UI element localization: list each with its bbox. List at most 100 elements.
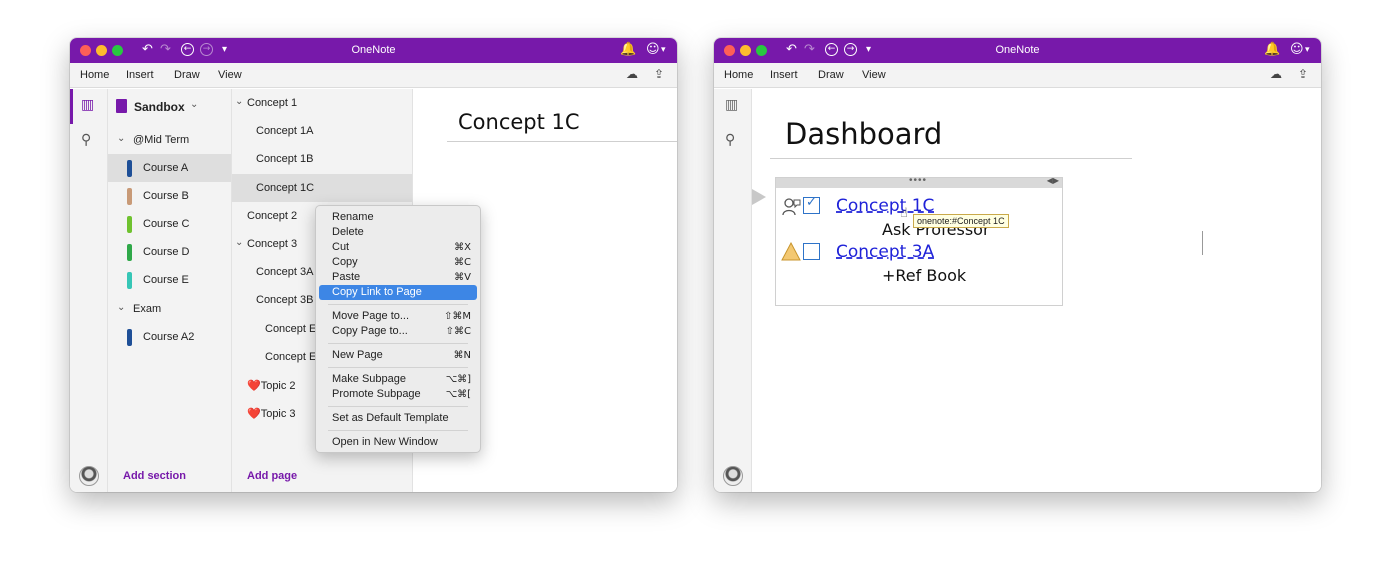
page-label: Concept 2 — [247, 209, 298, 222]
menu-separator — [328, 304, 468, 305]
section-label: Course A — [143, 162, 189, 174]
menu-item-label: Cut — [332, 241, 350, 253]
menu-item[interactable]: Move Page to... ⇧⌘M — [319, 309, 477, 324]
page-item[interactable]: Concept 1B — [232, 145, 412, 173]
page-label: ❤️Topic 3 — [247, 408, 296, 421]
section-item[interactable]: Course E — [108, 266, 231, 294]
note-container[interactable]: •••• ◀▶ ✓ Concept 1C Ask Professor Conce… — [775, 175, 1063, 306]
section-group[interactable]: ⌄ Exam — [108, 295, 231, 323]
tab-view[interactable]: View — [862, 69, 886, 81]
section-label: Course B — [143, 190, 189, 202]
hand-cursor-icon: ☝ — [900, 206, 908, 221]
page-link-concept-3a[interactable]: Concept 3A — [836, 242, 934, 262]
chevron-down-icon[interactable]: ▾ — [661, 41, 666, 59]
menu-item[interactable]: Cut ⌘X — [319, 240, 477, 255]
menu-item-label: Move Page to... — [332, 310, 410, 322]
feedback-smiley-icon[interactable]: ☺ — [1290, 41, 1304, 59]
menu-item[interactable]: Promote Subpage ⌥⌘[ — [319, 387, 477, 402]
page-label: Concept 1B — [256, 153, 314, 166]
menu-item[interactable]: Delete — [319, 225, 477, 240]
menu-item-shortcut: ⌘X — [454, 242, 471, 253]
tab-draw[interactable]: Draw — [174, 69, 200, 81]
menu-item[interactable]: Make Subpage ⌥⌘] — [319, 372, 477, 387]
page-title[interactable]: Dashboard — [785, 117, 942, 151]
chevron-down-icon[interactable]: ⌄ — [117, 302, 125, 313]
chevron-down-icon[interactable]: ⌄ — [235, 237, 243, 248]
avatar[interactable] — [723, 466, 743, 486]
menu-item[interactable]: New Page ⌘N — [319, 348, 477, 363]
menu-item[interactable]: Rename — [319, 210, 477, 225]
add-section-button[interactable]: Add section — [123, 470, 186, 482]
page-item[interactable]: Concept 1C — [232, 173, 412, 202]
grip-dots-icon: •••• — [909, 175, 928, 186]
warning-triangle-icon[interactable] — [781, 241, 801, 262]
menu-item-shortcut: ⌘V — [454, 272, 471, 283]
menu-item-label: Delete — [332, 226, 364, 238]
page-label: Concept 1 — [247, 97, 298, 109]
notebook-picker[interactable]: Sandbox ⌄ — [116, 99, 226, 117]
tab-draw[interactable]: Draw — [818, 69, 844, 81]
ribbon-tabs: Home Insert Draw View ☁ ⇪ — [714, 63, 1321, 88]
menu-item-label: Open in New Window — [332, 436, 438, 448]
paragraph-handle[interactable] — [752, 189, 766, 205]
share-icon[interactable]: ⇪ — [1298, 67, 1308, 81]
menu-item[interactable]: Copy Page to... ⇧⌘C — [319, 324, 477, 339]
note-ref-book[interactable]: +Ref Book — [882, 266, 966, 285]
tab-insert[interactable]: Insert — [770, 69, 798, 81]
sync-status-icon[interactable]: ☁ — [626, 67, 638, 81]
avatar[interactable] — [79, 466, 99, 486]
page-item[interactable]: ⌄ Concept 1 — [232, 89, 412, 117]
chevron-down-icon[interactable]: ▾ — [1305, 41, 1310, 59]
tab-home[interactable]: Home — [80, 69, 109, 81]
section-color-tab — [127, 329, 132, 346]
menu-item[interactable]: Paste ⌘V — [319, 270, 477, 285]
chevron-down-icon[interactable]: ⌄ — [117, 133, 125, 144]
section-item[interactable]: Course C — [108, 210, 231, 238]
menu-item-label: Promote Subpage — [332, 388, 421, 400]
page-item[interactable]: Concept 1A — [232, 117, 412, 145]
menu-item[interactable]: Open in New Window — [319, 435, 477, 450]
navigation-rail: ▥ ⚲ — [70, 89, 108, 492]
page-label: Concept 3A — [256, 266, 314, 279]
page-link-concept-1c[interactable]: Concept 1C — [836, 196, 934, 216]
notification-bell-icon[interactable]: 🔔 — [620, 41, 636, 59]
notebooks-icon[interactable]: ▥ — [725, 97, 738, 113]
question-person-icon[interactable] — [781, 197, 801, 217]
section-group[interactable]: ⌄ @Mid Term — [108, 126, 231, 154]
menu-item[interactable]: Set as Default Template — [319, 411, 477, 426]
page-title[interactable]: Concept 1C — [458, 110, 580, 134]
section-item[interactable]: Course A2 — [108, 323, 231, 351]
chevron-down-icon[interactable]: ⌄ — [235, 96, 243, 107]
section-item[interactable]: Course B — [108, 182, 231, 210]
section-item[interactable]: Course A — [108, 154, 231, 182]
menu-item[interactable]: Copy ⌘C — [319, 255, 477, 270]
notification-bell-icon[interactable]: 🔔 — [1264, 41, 1280, 59]
menu-item-shortcut: ⌥⌘] — [445, 374, 471, 385]
resize-arrows-icon[interactable]: ◀▶ — [1047, 176, 1059, 185]
menu-separator — [328, 367, 468, 368]
sync-status-icon[interactable]: ☁ — [1270, 67, 1282, 81]
notebooks-icon[interactable]: ▥ — [81, 97, 94, 113]
section-group-label: Exam — [133, 303, 162, 315]
menu-item-label: Copy Link to Page — [332, 286, 422, 298]
section-label: Course C — [143, 218, 190, 230]
section-group-label: @Mid Term — [133, 134, 190, 146]
menu-item-label: Copy — [332, 256, 358, 268]
search-icon[interactable]: ⚲ — [725, 132, 735, 148]
page-label: Concept 3B — [256, 294, 314, 307]
section-item[interactable]: Course D — [108, 238, 231, 266]
menu-item-shortcut: ⌘N — [453, 350, 471, 361]
share-icon[interactable]: ⇪ — [654, 67, 664, 81]
unchecked-checkbox-icon[interactable] — [803, 243, 820, 260]
add-page-button[interactable]: Add page — [247, 470, 297, 482]
feedback-smiley-icon[interactable]: ☺ — [646, 41, 660, 59]
tab-home[interactable]: Home — [724, 69, 753, 81]
menu-item-label: Rename — [332, 211, 374, 223]
checked-checkbox-icon[interactable]: ✓ — [803, 195, 820, 214]
menu-item[interactable]: Copy Link to Page — [319, 285, 477, 300]
tab-view[interactable]: View — [218, 69, 242, 81]
container-drag-bar[interactable]: •••• ◀▶ — [776, 175, 1062, 188]
menu-item-label: New Page — [332, 349, 383, 361]
tab-insert[interactable]: Insert — [126, 69, 154, 81]
search-icon[interactable]: ⚲ — [81, 132, 91, 148]
